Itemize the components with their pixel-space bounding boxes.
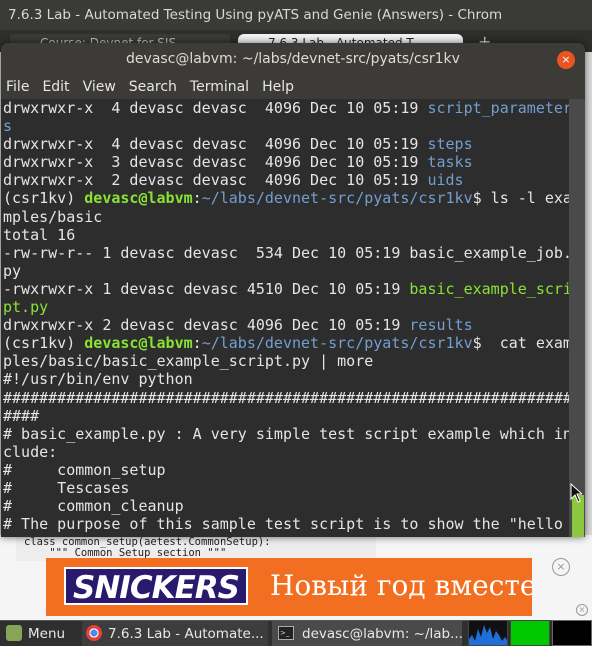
cpu-graph-icon	[468, 620, 508, 646]
terminal-text: devasc@labvm	[84, 189, 193, 208]
terminal-line: (csr1kv) devasc@labvm:~/labs/devnet-src/…	[3, 334, 569, 352]
taskbar-chrome-label: 7.6.3 Lab - Automate...	[108, 626, 264, 642]
ad-close-icon[interactable]: ×	[552, 558, 570, 576]
terminal-text: ples/basic/basic_example_script.py | mor…	[3, 352, 374, 371]
taskbar-menu-label: Menu	[28, 626, 66, 642]
mouse-cursor-icon	[570, 482, 584, 503]
terminal-text: uids	[427, 171, 464, 190]
terminal-text: basic_example_scri	[409, 279, 569, 298]
terminal-text: :	[192, 189, 202, 208]
terminal-scrollbar[interactable]	[569, 99, 585, 537]
advertisement-banner[interactable]: SNICKERS Новый год вместе i▷	[46, 558, 532, 616]
terminal-text: -rw-rw-r-- 1 devasc devasc 534 Dec 10 05…	[3, 243, 569, 262]
terminal-line: drwxrwxr-x 3 devasc devasc 4096 Dec 10 0…	[3, 153, 569, 171]
terminal-text: #!/usr/bin/env python	[3, 370, 193, 389]
terminal-text: s	[3, 117, 13, 136]
terminal-line: ########################################…	[3, 389, 569, 407]
terminal-text: drwxrwxr-x 4 devasc devasc 4096 Dec 10 0…	[3, 135, 428, 154]
terminal-line: mples/basic	[3, 208, 569, 226]
terminal-text: # basic_example.py : A very simple test …	[3, 424, 569, 443]
terminal-line: py	[3, 262, 569, 280]
terminal-line: #!/usr/bin/env python	[3, 370, 569, 388]
terminal-line: s	[3, 117, 569, 135]
terminal-text: steps	[427, 135, 473, 154]
terminal-text: clude:	[3, 442, 58, 461]
terminal-text: ########################################…	[3, 388, 569, 407]
terminal-line: # The purpose of this sample test script…	[3, 515, 569, 533]
terminal-text: $ cat exam	[472, 334, 569, 353]
mint-menu-icon[interactable]	[6, 625, 22, 641]
terminal-text: ~/labs/devnet-src/pyats/csr1kv	[201, 189, 473, 208]
terminal-line: total 16	[3, 226, 569, 244]
taskbar-terminal-label: devasc@labvm: ~/lab...	[302, 626, 462, 642]
terminal-line: drwxrwxr-x 4 devasc devasc 4096 Dec 10 0…	[3, 99, 569, 117]
terminal-line: drwxrwxr-x 4 devasc devasc 4096 Dec 10 0…	[3, 135, 569, 153]
chrome-window-title: 7.6.3 Lab - Automated Testing Using pyAT…	[0, 0, 592, 30]
terminal-line: drwxrwxr-x 2 devasc devasc 4096 Dec 10 0…	[3, 171, 569, 189]
terminal-line: clude:	[3, 443, 569, 461]
terminal-text: $ ls -l exa	[472, 189, 569, 208]
terminal-text: (csr1kv)	[3, 334, 85, 353]
terminal-text: tasks	[427, 153, 473, 172]
ad-text: Новый год вместе	[270, 569, 532, 602]
menu-help[interactable]: Help	[262, 75, 294, 99]
terminal-text: # Tescases	[3, 478, 130, 497]
terminal-text: drwxrwxr-x 3 devasc devasc 4096 Dec 10 0…	[3, 153, 428, 172]
terminal-line: # basic_example.py : A very simple test …	[3, 425, 569, 443]
terminal-line: ####	[3, 407, 569, 425]
terminal-line: -rw-rw-r-- 1 devasc devasc 534 Dec 10 05…	[3, 244, 569, 262]
menu-search[interactable]: Search	[129, 75, 177, 99]
memory-graph-icon	[510, 620, 550, 646]
terminal-line: pt.py	[3, 298, 569, 316]
terminal-window: devasc@labvm: ~/labs/devnet-src/pyats/cs…	[1, 43, 585, 537]
terminal-line: drwxrwxr-x 2 devasc devasc 4096 Dec 10 0…	[3, 316, 569, 334]
terminal-text: drwxrwxr-x 2 devasc devasc 4096 Dec 10 0…	[3, 316, 410, 335]
taskbar-terminal-button[interactable]: devasc@labvm: ~/lab...	[272, 621, 462, 646]
terminal-text: results	[409, 316, 473, 335]
menu-file[interactable]: File	[6, 75, 29, 99]
ad-logo: SNICKERS	[64, 567, 248, 606]
terminal-text: drwxrwxr-x 2 devasc devasc 4096 Dec 10 0…	[3, 171, 428, 190]
terminal-text: py	[3, 261, 22, 280]
terminal-icon: >_	[278, 626, 294, 640]
terminal-line: (csr1kv) devasc@labvm:~/labs/devnet-src/…	[3, 189, 569, 207]
menu-view[interactable]: View	[83, 75, 116, 99]
menu-edit[interactable]: Edit	[42, 75, 69, 99]
chrome-icon	[86, 625, 102, 641]
network-graph-icon	[552, 620, 592, 646]
terminal-title: devasc@labvm: ~/labs/devnet-src/pyats/cs…	[1, 43, 585, 75]
terminal-line: # common_cleanup	[3, 497, 569, 515]
terminal-text: (csr1kv)	[3, 189, 85, 208]
terminal-output[interactable]: drwxrwxr-x 4 devasc devasc 4096 Dec 10 0…	[1, 99, 569, 537]
terminal-text: ~/labs/devnet-src/pyats/csr1kv	[201, 334, 473, 353]
terminal-text: ####	[3, 406, 40, 425]
menu-terminal[interactable]: Terminal	[190, 75, 249, 99]
terminal-text: # The purpose of this sample test script…	[3, 515, 563, 534]
ad-close-small-icon[interactable]: ×	[576, 604, 588, 616]
taskbar-chrome-button[interactable]: 7.6.3 Lab - Automate...	[82, 621, 268, 646]
terminal-line: ples/basic/basic_example_script.py | mor…	[3, 352, 569, 370]
terminal-text: # common_setup	[3, 460, 166, 479]
terminal-text: -rwxrwxr-x 1 devasc devasc 4510 Dec 10 0…	[3, 279, 410, 298]
terminal-text: devasc@labvm	[84, 334, 193, 353]
terminal-line: -rwxrwxr-x 1 devasc devasc 4510 Dec 10 0…	[3, 280, 569, 298]
terminal-text: pt.py	[3, 298, 49, 317]
terminal-text: # common_cleanup	[3, 497, 184, 516]
terminal-text: total 16	[3, 225, 76, 244]
terminal-text: :	[192, 334, 202, 353]
terminal-menubar: File Edit View Search Terminal Help	[1, 75, 585, 99]
terminal-close-button[interactable]: ×	[557, 51, 575, 69]
terminal-text: mples/basic	[3, 207, 103, 226]
terminal-text: drwxrwxr-x 4 devasc devasc 4096 Dec 10 0…	[3, 99, 428, 117]
terminal-text: script_parameter	[427, 99, 569, 117]
terminal-line: # common_setup	[3, 461, 569, 479]
terminal-line: # Tescases	[3, 479, 569, 497]
